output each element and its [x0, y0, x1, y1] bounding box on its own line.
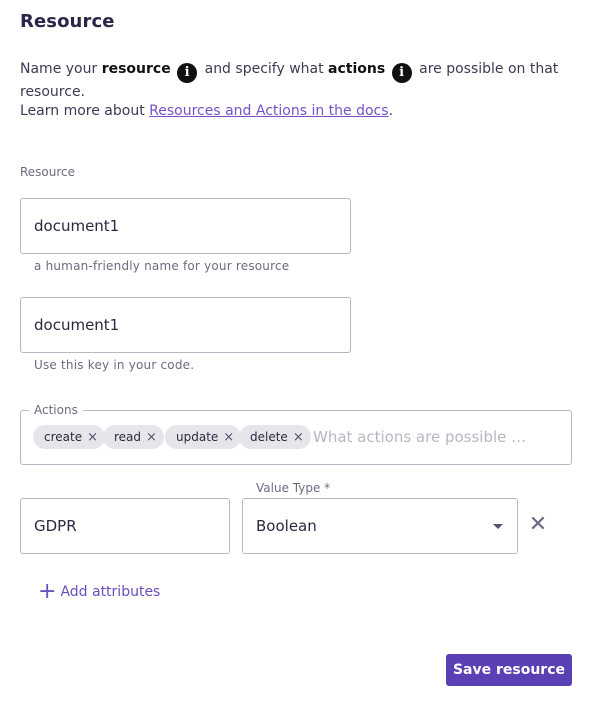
actions-legend: Actions — [29, 403, 83, 417]
action-chip-create[interactable]: create × — [33, 425, 105, 449]
resource-name-value: document1 — [34, 217, 120, 235]
action-chip-read[interactable]: read × — [103, 425, 164, 449]
page-title: Resource — [20, 11, 115, 32]
chip-remove-icon[interactable]: × — [293, 430, 304, 445]
value-type-value: Boolean — [256, 517, 317, 535]
chevron-down-icon[interactable] — [493, 524, 503, 529]
chip-label: read — [114, 430, 142, 444]
resource-key-helper: Use this key in your code. — [34, 358, 195, 372]
resource-key-input[interactable]: document1 — [20, 297, 351, 353]
learn-more-suffix: . — [388, 103, 394, 119]
value-type-select[interactable]: Boolean — [242, 498, 518, 554]
chip-label: update — [176, 430, 219, 444]
description-prefix: Name your — [20, 61, 98, 77]
action-chip-delete[interactable]: delete × — [239, 425, 311, 449]
value-type-label: Value Type * — [256, 481, 331, 495]
actions-info-icon[interactable]: i — [391, 63, 412, 83]
add-attributes-label: Add attributes — [60, 584, 161, 600]
actions-term: actions — [328, 61, 386, 77]
chip-label: create — [44, 430, 83, 444]
resource-name-helper: a human-friendly name for your resource — [34, 259, 290, 273]
resource-info-icon[interactable]: i — [177, 63, 198, 83]
add-attributes-button[interactable]: + Add attributes — [38, 579, 161, 604]
resource-key-value: document1 — [34, 316, 120, 334]
action-chip-update[interactable]: update × — [165, 425, 242, 449]
remove-attribute-icon[interactable]: ✕ — [527, 513, 549, 537]
chip-remove-icon[interactable]: × — [87, 430, 98, 445]
learn-more-prefix: Learn more about — [20, 103, 145, 119]
actions-placeholder[interactable]: What actions are possible on this resour… — [313, 428, 528, 446]
chip-remove-icon[interactable]: × — [146, 430, 157, 445]
chip-remove-icon[interactable]: × — [223, 430, 234, 445]
chip-label: delete — [250, 430, 288, 444]
resource-name-input[interactable]: document1 — [20, 198, 351, 254]
attribute-name-value: GDPR — [34, 517, 77, 535]
description-middle: and specify what — [204, 61, 324, 77]
description: Name your resource i and specify what ac… — [20, 60, 580, 121]
attribute-name-input[interactable]: GDPR — [20, 498, 230, 554]
plus-icon: + — [38, 579, 57, 604]
resource-section-label: Resource — [20, 165, 76, 179]
docs-link[interactable]: Resources and Actions in the docs — [149, 103, 388, 119]
save-resource-button[interactable]: Save resource — [446, 654, 572, 686]
resource-term: resource — [101, 61, 171, 77]
